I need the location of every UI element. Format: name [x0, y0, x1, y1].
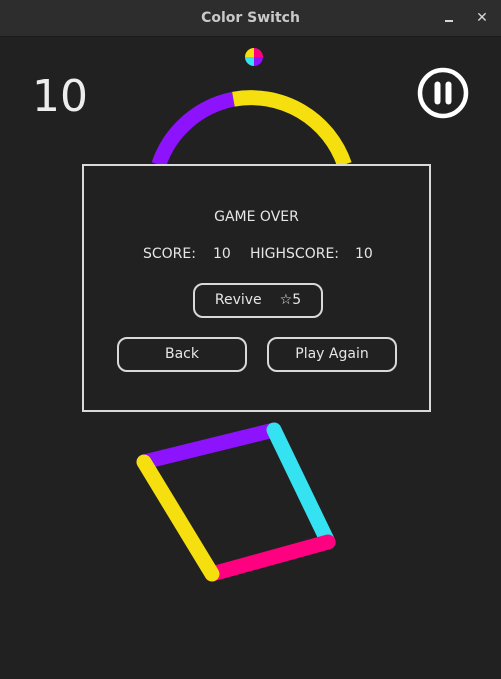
minimize-icon — [445, 20, 453, 22]
highscore-value: 10 — [355, 246, 373, 262]
square-side-pink — [204, 534, 336, 582]
color-switch-orb — [245, 48, 263, 66]
close-button[interactable]: ✕ — [470, 6, 494, 30]
game-over-dialog: GAME OVER SCORE: 10 HIGHSCORE: 10 Revive… — [82, 164, 431, 412]
ring-segment-purple — [151, 91, 236, 168]
window-title: Color Switch — [201, 10, 300, 26]
revive-cost: ☆5 — [279, 292, 302, 308]
square-obstacle — [136, 422, 336, 582]
orb-segment-pink — [254, 48, 263, 57]
revive-button[interactable]: Revive ☆5 — [193, 283, 323, 318]
ring-obstacle — [151, 90, 352, 168]
revive-label: Revive — [214, 292, 262, 308]
orb-segment-cyan — [245, 57, 254, 66]
orb-segment-purple — [254, 57, 263, 66]
game-window: Color Switch ✕ 10 GAME OVER SCORE: 10 HI… — [0, 0, 501, 679]
score-label: SCORE: — [143, 246, 196, 262]
game-over-title: GAME OVER — [214, 209, 299, 225]
highscore-label: HIGHSCORE: — [250, 246, 340, 262]
back-button[interactable]: Back — [117, 337, 247, 372]
score-counter: 10 — [32, 71, 88, 122]
pause-button[interactable] — [417, 67, 469, 119]
square-side-yellow — [136, 454, 220, 582]
close-icon: ✕ — [476, 10, 488, 26]
play-again-button[interactable]: Play Again — [267, 337, 397, 372]
minimize-button[interactable] — [438, 6, 462, 30]
title-bar: Color Switch ✕ — [0, 0, 501, 37]
score-value: 10 — [213, 246, 231, 262]
square-side-purple — [136, 422, 282, 470]
pause-icon — [417, 67, 469, 119]
ring-segment-yellow — [232, 90, 352, 168]
orb-segment-yellow — [245, 48, 254, 57]
square-side-cyan — [266, 422, 336, 550]
